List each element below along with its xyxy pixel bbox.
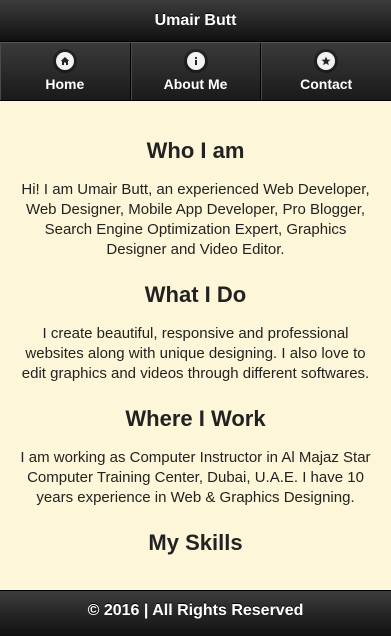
section-heading: My Skills xyxy=(148,530,243,555)
section-heading: Who I am xyxy=(146,138,245,163)
main-content: Who I am Hi! I am Umair Butt, an experie… xyxy=(0,101,391,590)
section-where-i-work: Where I Work I am working as Computer In… xyxy=(0,406,391,508)
section-heading: Where I Work xyxy=(125,406,266,431)
info-icon xyxy=(186,51,205,70)
home-icon xyxy=(55,51,74,70)
section-text: Hi! I am Umair Butt, an experienced Web … xyxy=(21,181,370,258)
star-icon xyxy=(317,51,336,70)
section-my-skills: My Skills xyxy=(0,530,391,556)
section-what-i-do: What I Do I create beautiful, responsive… xyxy=(0,282,391,384)
nav-bar: Home About Me Contact xyxy=(0,42,391,101)
nav-home-label: Home xyxy=(45,75,85,92)
nav-home[interactable]: Home xyxy=(0,43,131,100)
section-who-i-am: Who I am Hi! I am Umair Butt, an experie… xyxy=(0,101,391,260)
section-heading: What I Do xyxy=(144,282,247,307)
page-title: Umair Butt xyxy=(154,12,237,29)
nav-about-me-label: About Me xyxy=(163,75,228,92)
section-text: I am working as Computer Instructor in A… xyxy=(20,449,371,506)
nav-contact[interactable]: Contact xyxy=(261,43,391,100)
nav-about-me[interactable]: About Me xyxy=(131,43,262,100)
copyright-text: © 2016 | All Rights Reserved xyxy=(87,602,304,619)
app-header: Umair Butt xyxy=(0,0,391,42)
section-text: I create beautiful, responsive and profe… xyxy=(21,325,370,382)
nav-contact-label: Contact xyxy=(300,75,353,92)
app-footer: © 2016 | All Rights Reserved xyxy=(0,590,391,636)
